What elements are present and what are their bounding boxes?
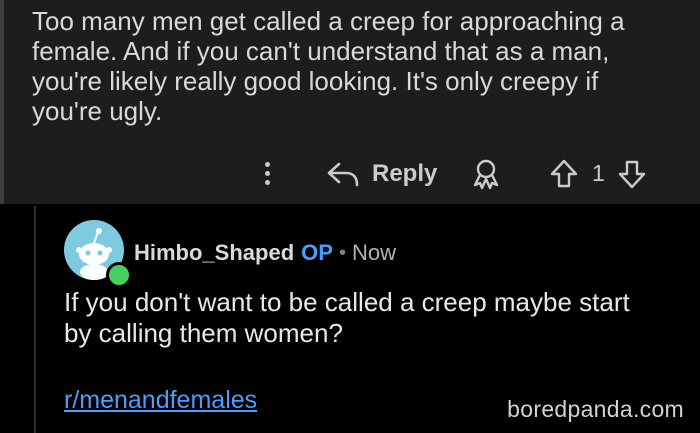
vote-score: 1 — [592, 160, 605, 186]
award-icon[interactable] — [470, 158, 502, 190]
reply-arrow-icon — [327, 162, 359, 187]
username[interactable]: Himbo_Shaped — [134, 239, 294, 267]
parent-line-1: Too many men get called a creep for appr… — [32, 6, 625, 36]
parent-line-3: you're likely really good looking. It's … — [32, 66, 599, 96]
parent-line-4: you're ugly. — [32, 96, 163, 126]
reply-meta: Himbo_Shaped OP • Now — [134, 239, 396, 267]
online-status-indicator — [106, 262, 132, 288]
parent-comment-text: Too many men get called a creep for appr… — [32, 6, 672, 126]
reply-label: Reply — [372, 160, 438, 187]
subreddit-link[interactable]: r/menandfemales — [64, 386, 257, 415]
reply-button[interactable]: Reply — [326, 156, 437, 192]
reply-line-1: If you don't want to be called a creep m… — [64, 287, 630, 317]
timestamp: Now — [351, 240, 396, 265]
parent-comment: Too many men get called a creep for appr… — [0, 0, 700, 204]
thread-line[interactable] — [34, 206, 36, 433]
op-badge: OP — [301, 240, 333, 265]
vertical-ellipsis-icon[interactable] — [260, 158, 274, 190]
parent-line-2: female. And if you can't understand that… — [32, 36, 610, 66]
watermark: boredpanda.com — [507, 396, 684, 422]
meta-separator: • — [338, 242, 346, 264]
arrow-down-icon[interactable] — [616, 158, 648, 190]
comment-actions-bar: Reply 1 — [4, 156, 700, 192]
reply-comment-text: If you don't want to be called a creep m… — [64, 287, 674, 349]
arrow-up-icon[interactable] — [548, 158, 580, 190]
reply-line-2: by calling them women? — [64, 318, 343, 348]
